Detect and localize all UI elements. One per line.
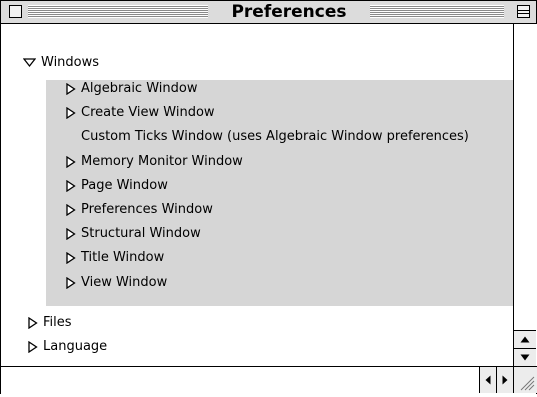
tree-item-label: Custom Ticks Window (uses Algebraic Wind…	[81, 129, 469, 145]
tree-item-label: Files	[43, 315, 72, 330]
preferences-window: Preferences Windows Algebraic Window Crea…	[0, 0, 537, 394]
tree-item-label: Memory Monitor Window	[81, 153, 243, 169]
triangle-right-icon[interactable]	[66, 179, 76, 192]
tree-item-label: Create View Window	[81, 105, 215, 121]
tree-item-label: Algebraic Window	[81, 81, 198, 96]
triangle-right-icon[interactable]	[28, 341, 38, 353]
triangle-right-icon[interactable]	[66, 107, 76, 120]
triangle-right-icon[interactable]	[28, 317, 38, 329]
title-bar-stripes-right	[370, 5, 504, 18]
tree-item-label: View Window	[81, 274, 168, 290]
title-bar[interactable]: Preferences	[1, 1, 536, 24]
triangle-down-icon[interactable]	[23, 58, 36, 68]
tree-item-label: Windows	[41, 55, 100, 70]
title-bar-stripes-left	[28, 5, 208, 18]
close-box-icon[interactable]	[9, 5, 22, 18]
triangle-right-icon[interactable]	[66, 83, 76, 95]
tree-item-label: Page Window	[81, 177, 168, 193]
scroll-right-arrow-icon[interactable]	[496, 367, 513, 393]
zoom-box-icon[interactable]	[517, 5, 530, 18]
tree-item-label: Structural Window	[81, 226, 201, 242]
horizontal-scrollbar[interactable]	[1, 366, 537, 394]
tree-item-label: Title Window	[81, 250, 165, 266]
triangle-right-icon[interactable]	[66, 252, 76, 265]
tree-item-label: Preferences Window	[81, 202, 213, 217]
preferences-tree: Windows Algebraic Window Create View Wind…	[1, 24, 513, 366]
vertical-scrollbar[interactable]	[513, 24, 537, 366]
tree-item-label: Language	[43, 339, 108, 354]
triangle-right-icon[interactable]	[66, 155, 76, 168]
scroll-up-arrow-icon[interactable]	[514, 330, 536, 348]
triangle-right-icon[interactable]	[66, 276, 76, 289]
triangle-right-icon[interactable]	[66, 228, 76, 241]
window-title: Preferences	[208, 2, 370, 22]
triangle-right-icon[interactable]	[66, 204, 76, 216]
scroll-down-arrow-icon[interactable]	[514, 348, 536, 366]
scroll-left-arrow-icon[interactable]	[479, 367, 496, 393]
grow-box-icon[interactable]	[513, 367, 537, 393]
